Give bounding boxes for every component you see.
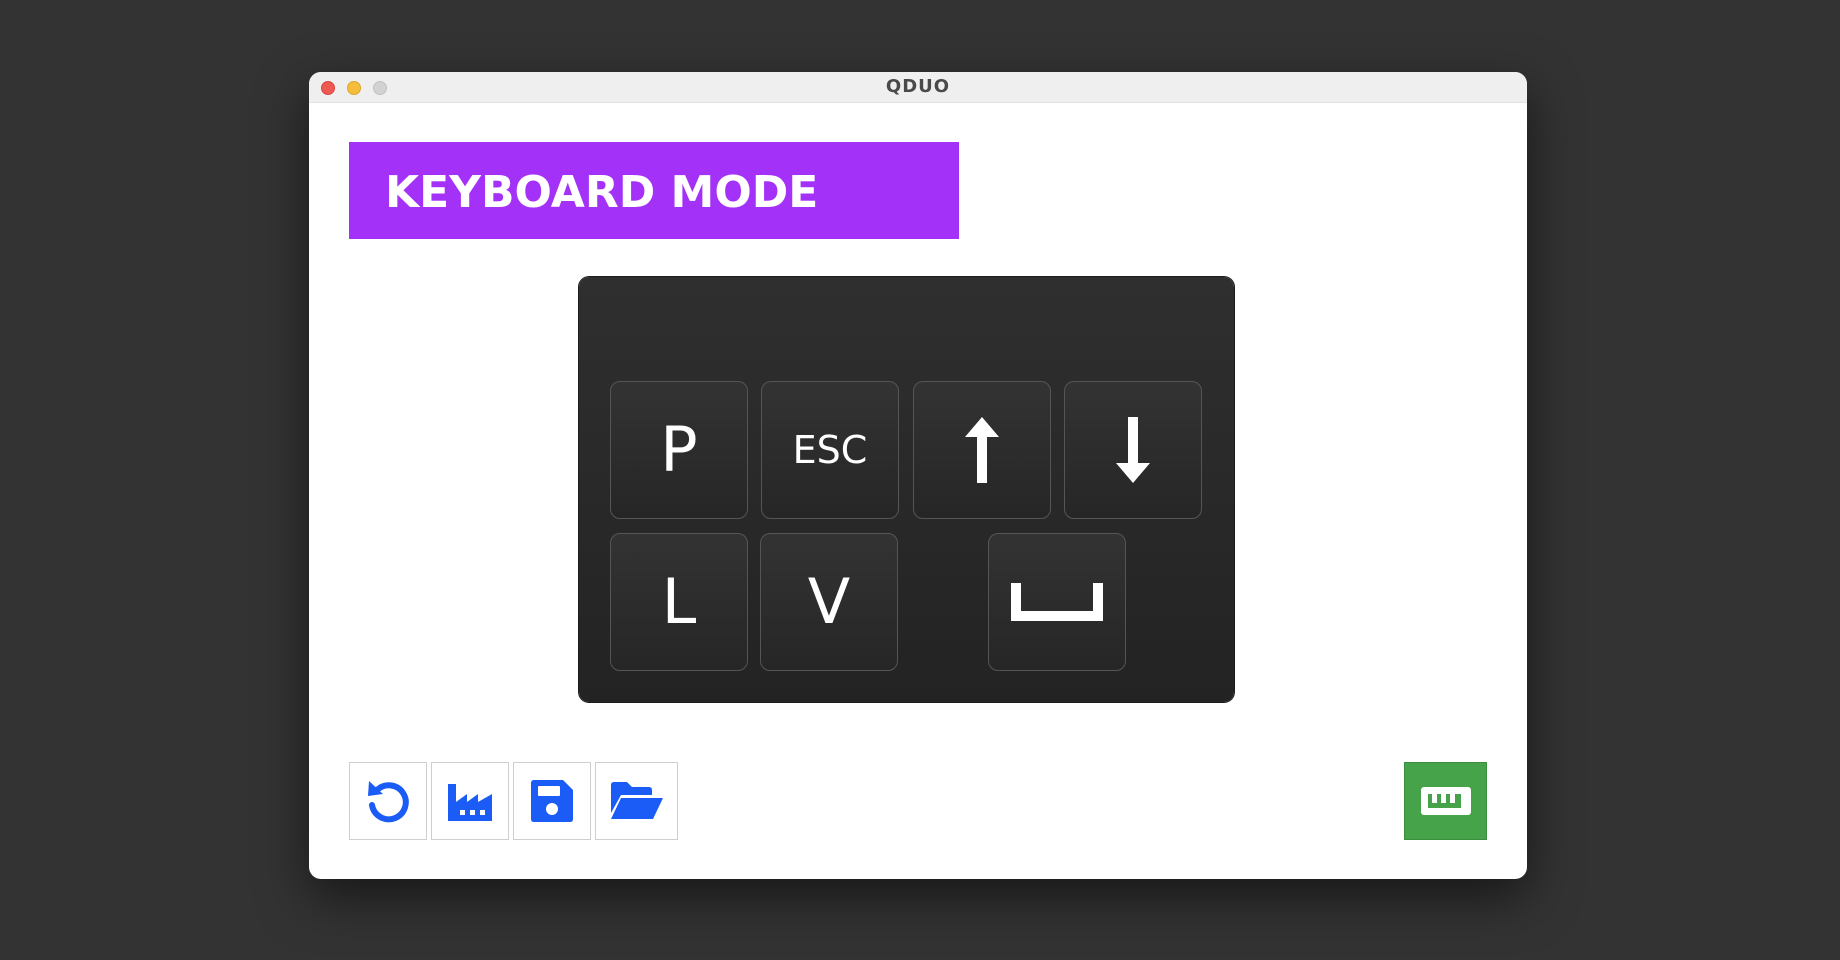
key-p-label: P [660, 413, 698, 486]
undo-button[interactable] [349, 762, 427, 840]
arrow-up-icon [965, 417, 999, 483]
key-esc[interactable]: ESC [761, 381, 899, 519]
key-l-label: L [661, 565, 697, 638]
space-bar-icon [1011, 583, 1103, 621]
key-l[interactable]: L [610, 533, 748, 671]
key-esc-label: ESC [792, 428, 868, 472]
window-title: QDUO [885, 76, 951, 97]
key-arrow-up[interactable] [913, 381, 1051, 519]
key-p[interactable]: P [610, 381, 748, 519]
bottom-toolbar [349, 762, 678, 840]
mode-banner-label: KEYBOARD MODE [385, 167, 819, 218]
open-folder-icon [610, 782, 663, 819]
floppy-disk-icon [531, 780, 573, 822]
mode-banner: KEYBOARD MODE [349, 142, 959, 239]
keyboard-mode-toggle[interactable] [1404, 762, 1487, 840]
key-v[interactable]: V [760, 533, 898, 671]
keypad: P ESC L V [579, 277, 1234, 702]
open-file-button[interactable] [595, 762, 678, 840]
title-bar: QDUO [309, 72, 1527, 103]
undo-icon [368, 781, 409, 823]
app-window: QDUO KEYBOARD MODE P ESC L V [309, 72, 1527, 879]
keyboard-icon [1420, 787, 1471, 815]
arrow-down-icon [1116, 417, 1150, 483]
factory-reset-button[interactable] [431, 762, 509, 840]
key-arrow-down[interactable] [1064, 381, 1202, 519]
factory-icon [448, 784, 492, 821]
save-button[interactable] [513, 762, 591, 840]
key-v-label: V [807, 565, 851, 638]
key-space[interactable] [988, 533, 1126, 671]
